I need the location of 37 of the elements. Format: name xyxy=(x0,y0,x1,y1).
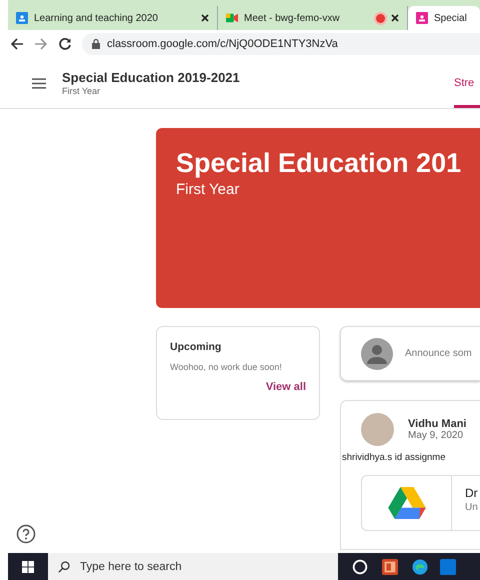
browser-icon[interactable] xyxy=(412,558,428,574)
attachment-title: Dr xyxy=(465,486,478,500)
upcoming-message: Woohoo, no work due soon! xyxy=(170,362,283,372)
presentation-app-icon[interactable] xyxy=(382,558,398,574)
reload-icon[interactable] xyxy=(58,37,72,51)
help-icon[interactable] xyxy=(16,524,36,544)
banner-title: Special Education 201 xyxy=(176,148,462,179)
avatar-photo-placeholder xyxy=(361,413,394,446)
drive-icon xyxy=(388,487,426,519)
menu-icon[interactable] xyxy=(32,78,46,88)
circle-icon[interactable] xyxy=(352,558,368,574)
stream-tab[interactable]: Stre xyxy=(454,58,480,108)
banner-subtitle: First Year xyxy=(176,181,240,198)
taskbar-search-field[interactable]: Type here to search xyxy=(48,553,338,580)
address-bar[interactable]: classroom.google.com/c/NjQ0ODE1NTY3NzVa xyxy=(82,33,480,55)
attachment-card[interactable]: Dr Un xyxy=(361,475,480,531)
avatar-icon xyxy=(361,338,393,370)
browser-tab[interactable]: Meet - bwg-femo-vxw xyxy=(218,6,408,30)
forward-icon[interactable] xyxy=(34,37,48,51)
upcoming-title: Upcoming xyxy=(170,341,222,353)
announce-field[interactable]: Announce som xyxy=(340,326,480,381)
post-author: Vidhu Mani xyxy=(408,418,466,430)
attachment-subtitle: Un xyxy=(465,502,478,513)
video-camera-icon xyxy=(226,12,238,24)
class-subtitle: First Year xyxy=(62,86,102,96)
browser-tab[interactable]: Special xyxy=(408,6,480,30)
post-date: May 9, 2020 xyxy=(408,430,464,441)
class-title: Special Education 2019-2021 xyxy=(62,70,241,85)
search-icon xyxy=(58,560,70,572)
lock-icon xyxy=(92,39,100,49)
browser-tab[interactable]: Learning and teaching 2020 xyxy=(8,6,218,30)
back-icon[interactable] xyxy=(10,37,24,51)
view-all-link[interactable]: View all xyxy=(266,381,306,393)
close-icon[interactable] xyxy=(391,14,399,22)
close-icon[interactable] xyxy=(201,14,209,22)
post-text: shrividhya.s id assignme xyxy=(341,452,446,463)
windows-start-icon[interactable] xyxy=(22,560,34,572)
